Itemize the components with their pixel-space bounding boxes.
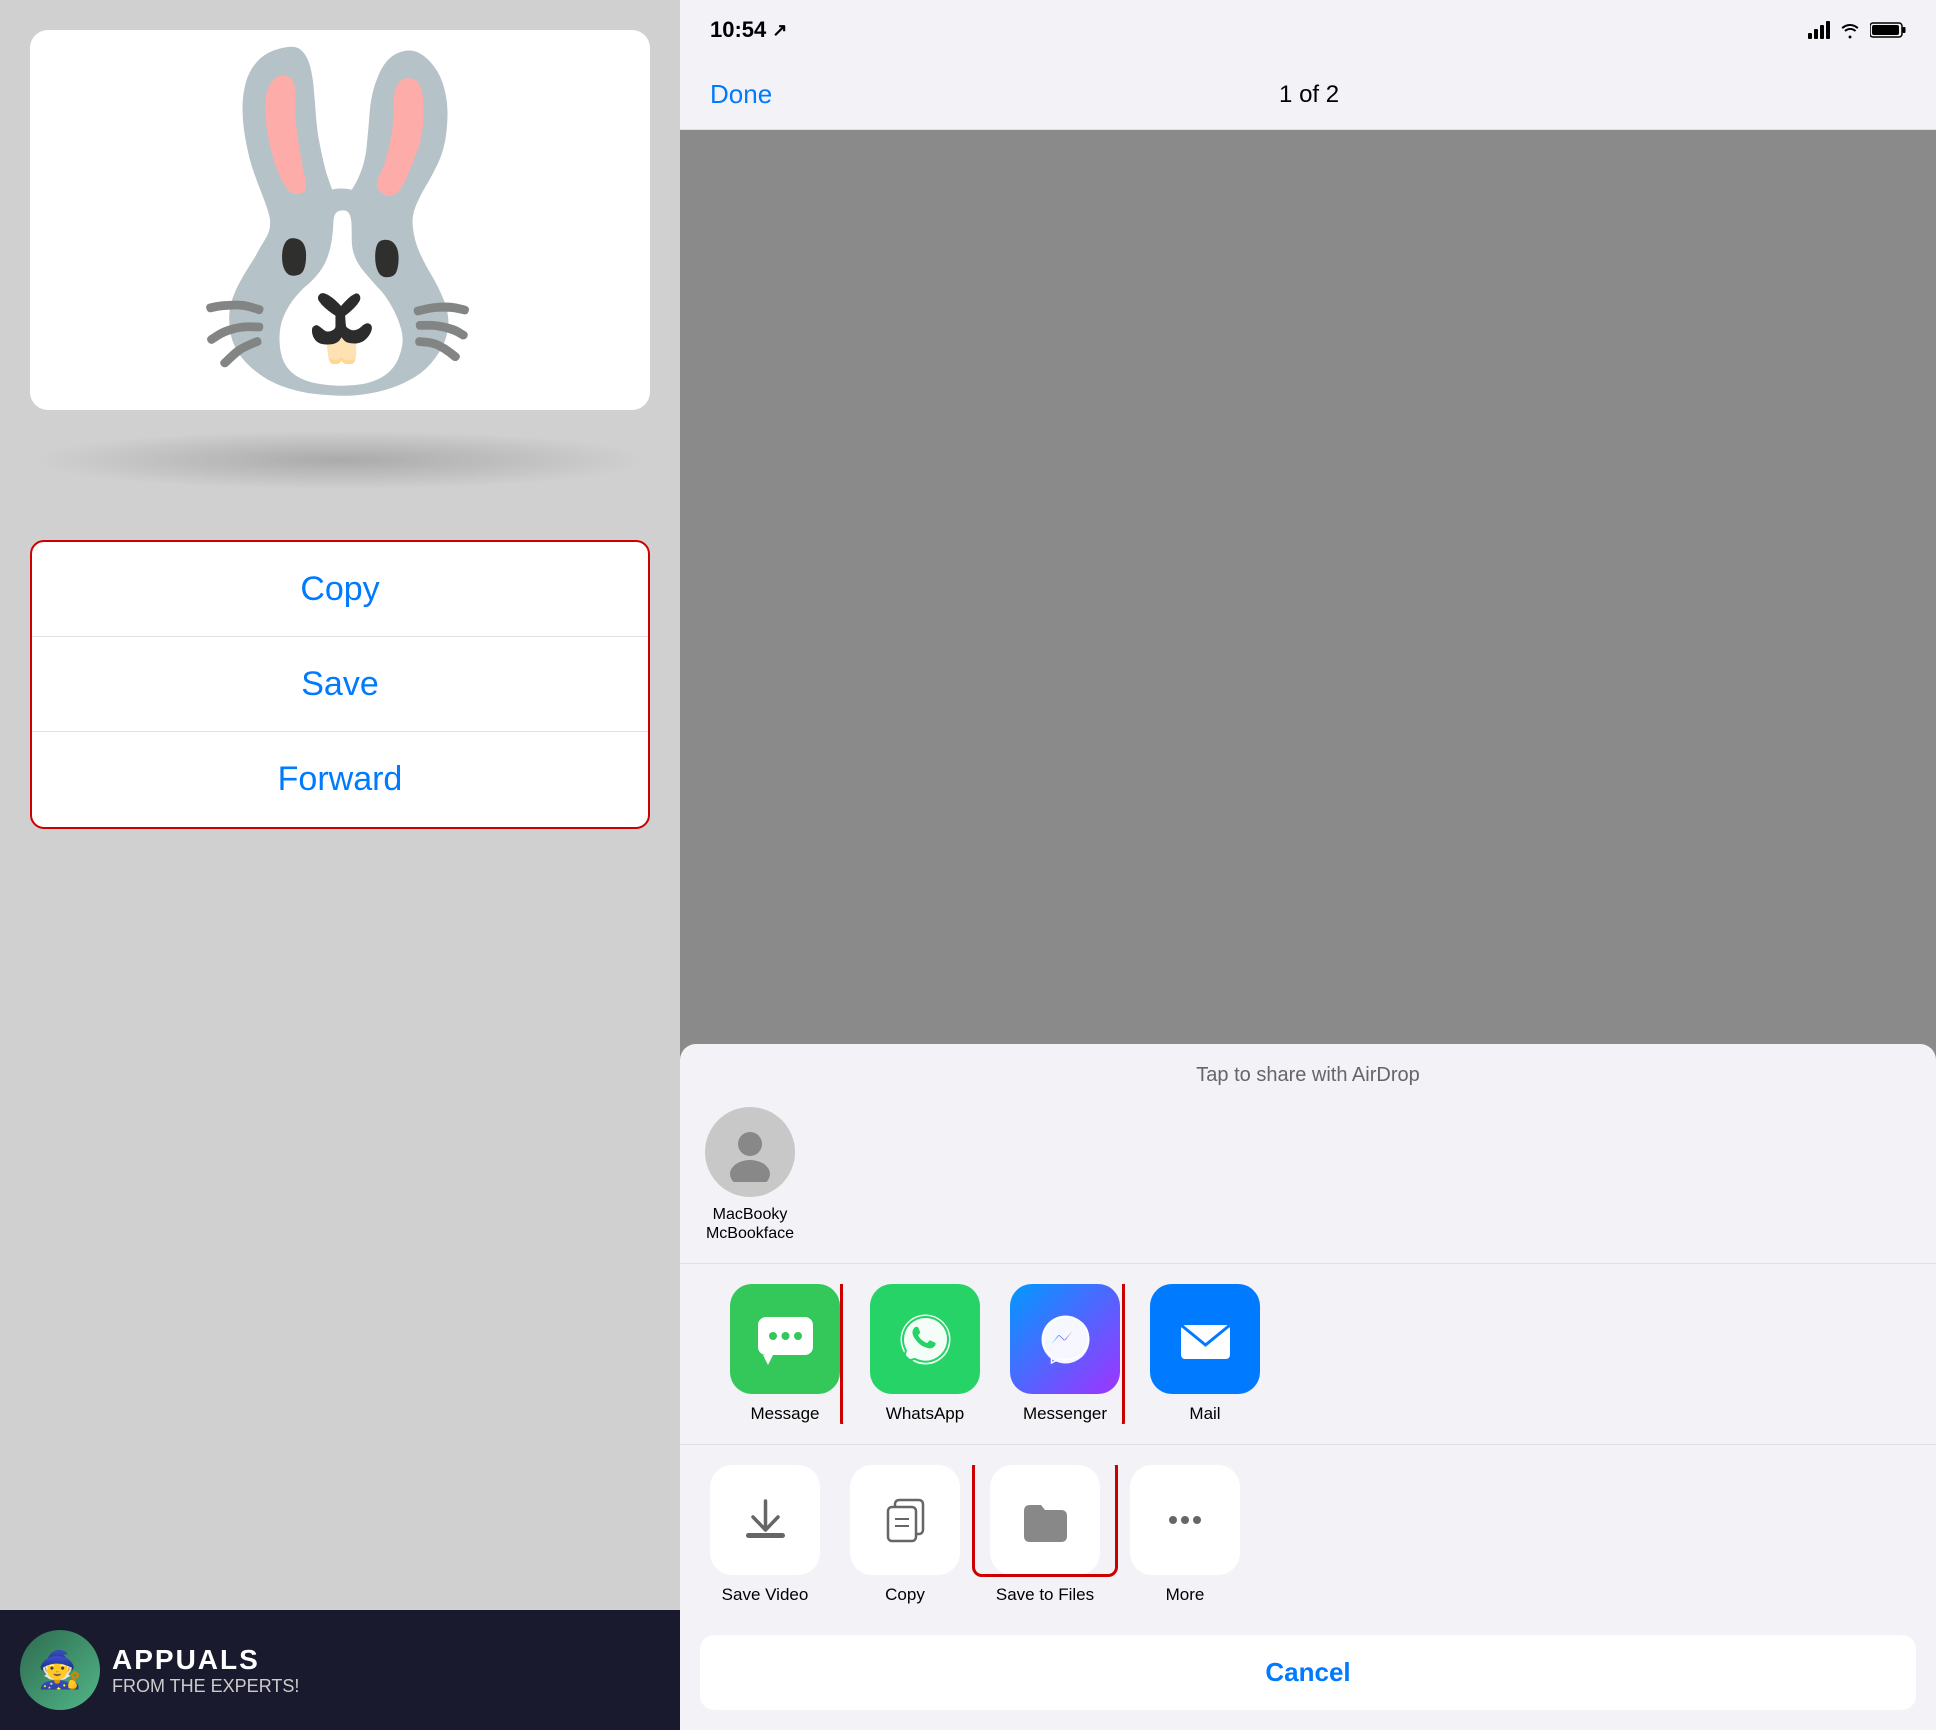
mail-app-label: Mail <box>1189 1404 1220 1424</box>
nav-title: 1 of 2 <box>1279 81 1339 109</box>
apps-row: Message WhatsApp <box>700 1284 1916 1424</box>
cancel-button[interactable]: Cancel <box>700 1635 1916 1710</box>
save-to-files-label: Save to Files <box>996 1585 1094 1605</box>
appuals-text: APPUALS FROM THE EXPERTS! <box>112 1644 299 1697</box>
forward-menu-item[interactable]: Forward <box>32 732 648 827</box>
location-icon: ↗ <box>772 20 787 41</box>
appuals-title: APPUALS <box>112 1644 299 1676</box>
whatsapp-svg-icon <box>893 1307 958 1372</box>
save-video-icon <box>710 1465 820 1575</box>
app-item-mail[interactable]: Mail <box>1140 1284 1270 1424</box>
app-item-messenger[interactable]: Messenger <box>1000 1284 1130 1424</box>
whatsapp-icon <box>870 1284 980 1394</box>
three-dots-icon <box>1169 1516 1201 1524</box>
context-menu: Copy Save Forward <box>30 540 650 829</box>
right-panel: 10:54 ↗ Done 1 <box>680 0 1936 1730</box>
messenger-app-label: Messenger <box>1023 1404 1107 1424</box>
message-svg-icon <box>753 1307 818 1372</box>
left-panel: 🐰 Copy Save Forward 🧙 APPUALS FROM THE E… <box>0 0 680 1730</box>
action-item-save-to-files[interactable]: Save to Files <box>980 1465 1110 1605</box>
action-item-save-video[interactable]: Save Video <box>700 1465 830 1605</box>
bunny-emoji: 🐰 <box>141 60 539 380</box>
airdrop-hint: Tap to share with AirDrop <box>680 1064 1936 1087</box>
cancel-section: Cancel <box>680 1625 1936 1730</box>
whatsapp-app-label: WhatsApp <box>886 1404 964 1424</box>
copy-svg-icon <box>878 1493 933 1548</box>
save-video-svg-icon <box>738 1493 793 1548</box>
save-to-files-svg-icon <box>1018 1493 1073 1548</box>
save-label: Save <box>301 665 379 704</box>
message-app-label: Message <box>751 1404 820 1424</box>
save-video-label: Save Video <box>722 1585 809 1605</box>
shadow-area <box>30 430 650 490</box>
apps-section: Message WhatsApp <box>680 1264 1936 1445</box>
appuals-subtitle: FROM THE EXPERTS! <box>112 1676 299 1697</box>
more-label: More <box>1166 1585 1205 1605</box>
wifi-icon <box>1838 21 1862 39</box>
save-to-files-icon <box>990 1465 1100 1575</box>
appuals-logo: 🧙 <box>20 1630 100 1710</box>
nav-bar: Done 1 of 2 <box>680 60 1936 130</box>
done-button[interactable]: Done <box>710 79 772 110</box>
time-display: 10:54 <box>710 17 766 43</box>
status-icons <box>1808 21 1906 39</box>
action-item-copy[interactable]: Copy <box>840 1465 970 1605</box>
contact-item-macbooky[interactable]: MacBookyMcBookface <box>700 1107 800 1243</box>
status-time: 10:54 ↗ <box>710 17 787 43</box>
appuals-bar: 🧙 APPUALS FROM THE EXPERTS! <box>0 1610 680 1730</box>
status-bar: 10:54 ↗ <box>680 0 1936 60</box>
app-item-whatsapp[interactable]: WhatsApp <box>860 1284 990 1424</box>
mail-icon <box>1150 1284 1260 1394</box>
copy-icon <box>850 1465 960 1575</box>
share-sheet: Tap to share with AirDrop MacBookyMcBook… <box>680 1044 1936 1730</box>
messenger-icon <box>1010 1284 1120 1394</box>
more-icon <box>1130 1465 1240 1575</box>
actions-section: Save Video Copy <box>680 1445 1936 1625</box>
app-item-message[interactable]: Message <box>720 1284 850 1424</box>
apps-row-wrapper: Message WhatsApp <box>680 1284 1936 1424</box>
mail-svg-icon <box>1173 1307 1238 1372</box>
action-item-more[interactable]: More <box>1120 1465 1250 1605</box>
copy-menu-item[interactable]: Copy <box>32 542 648 637</box>
message-icon <box>730 1284 840 1394</box>
contact-avatar <box>705 1107 795 1197</box>
contact-name: MacBookyMcBookface <box>706 1205 794 1243</box>
photo-card: 🐰 <box>30 30 650 410</box>
save-menu-item[interactable]: Save <box>32 637 648 732</box>
person-icon <box>720 1122 780 1182</box>
contacts-row: MacBookyMcBookface <box>680 1107 1936 1264</box>
signal-bars-icon <box>1808 21 1830 39</box>
forward-label: Forward <box>278 760 403 799</box>
copy-action-label: Copy <box>885 1585 925 1605</box>
copy-label: Copy <box>300 570 379 609</box>
messenger-svg-icon <box>1033 1307 1098 1372</box>
actions-row: Save Video Copy <box>700 1465 1916 1605</box>
battery-icon <box>1870 21 1906 39</box>
